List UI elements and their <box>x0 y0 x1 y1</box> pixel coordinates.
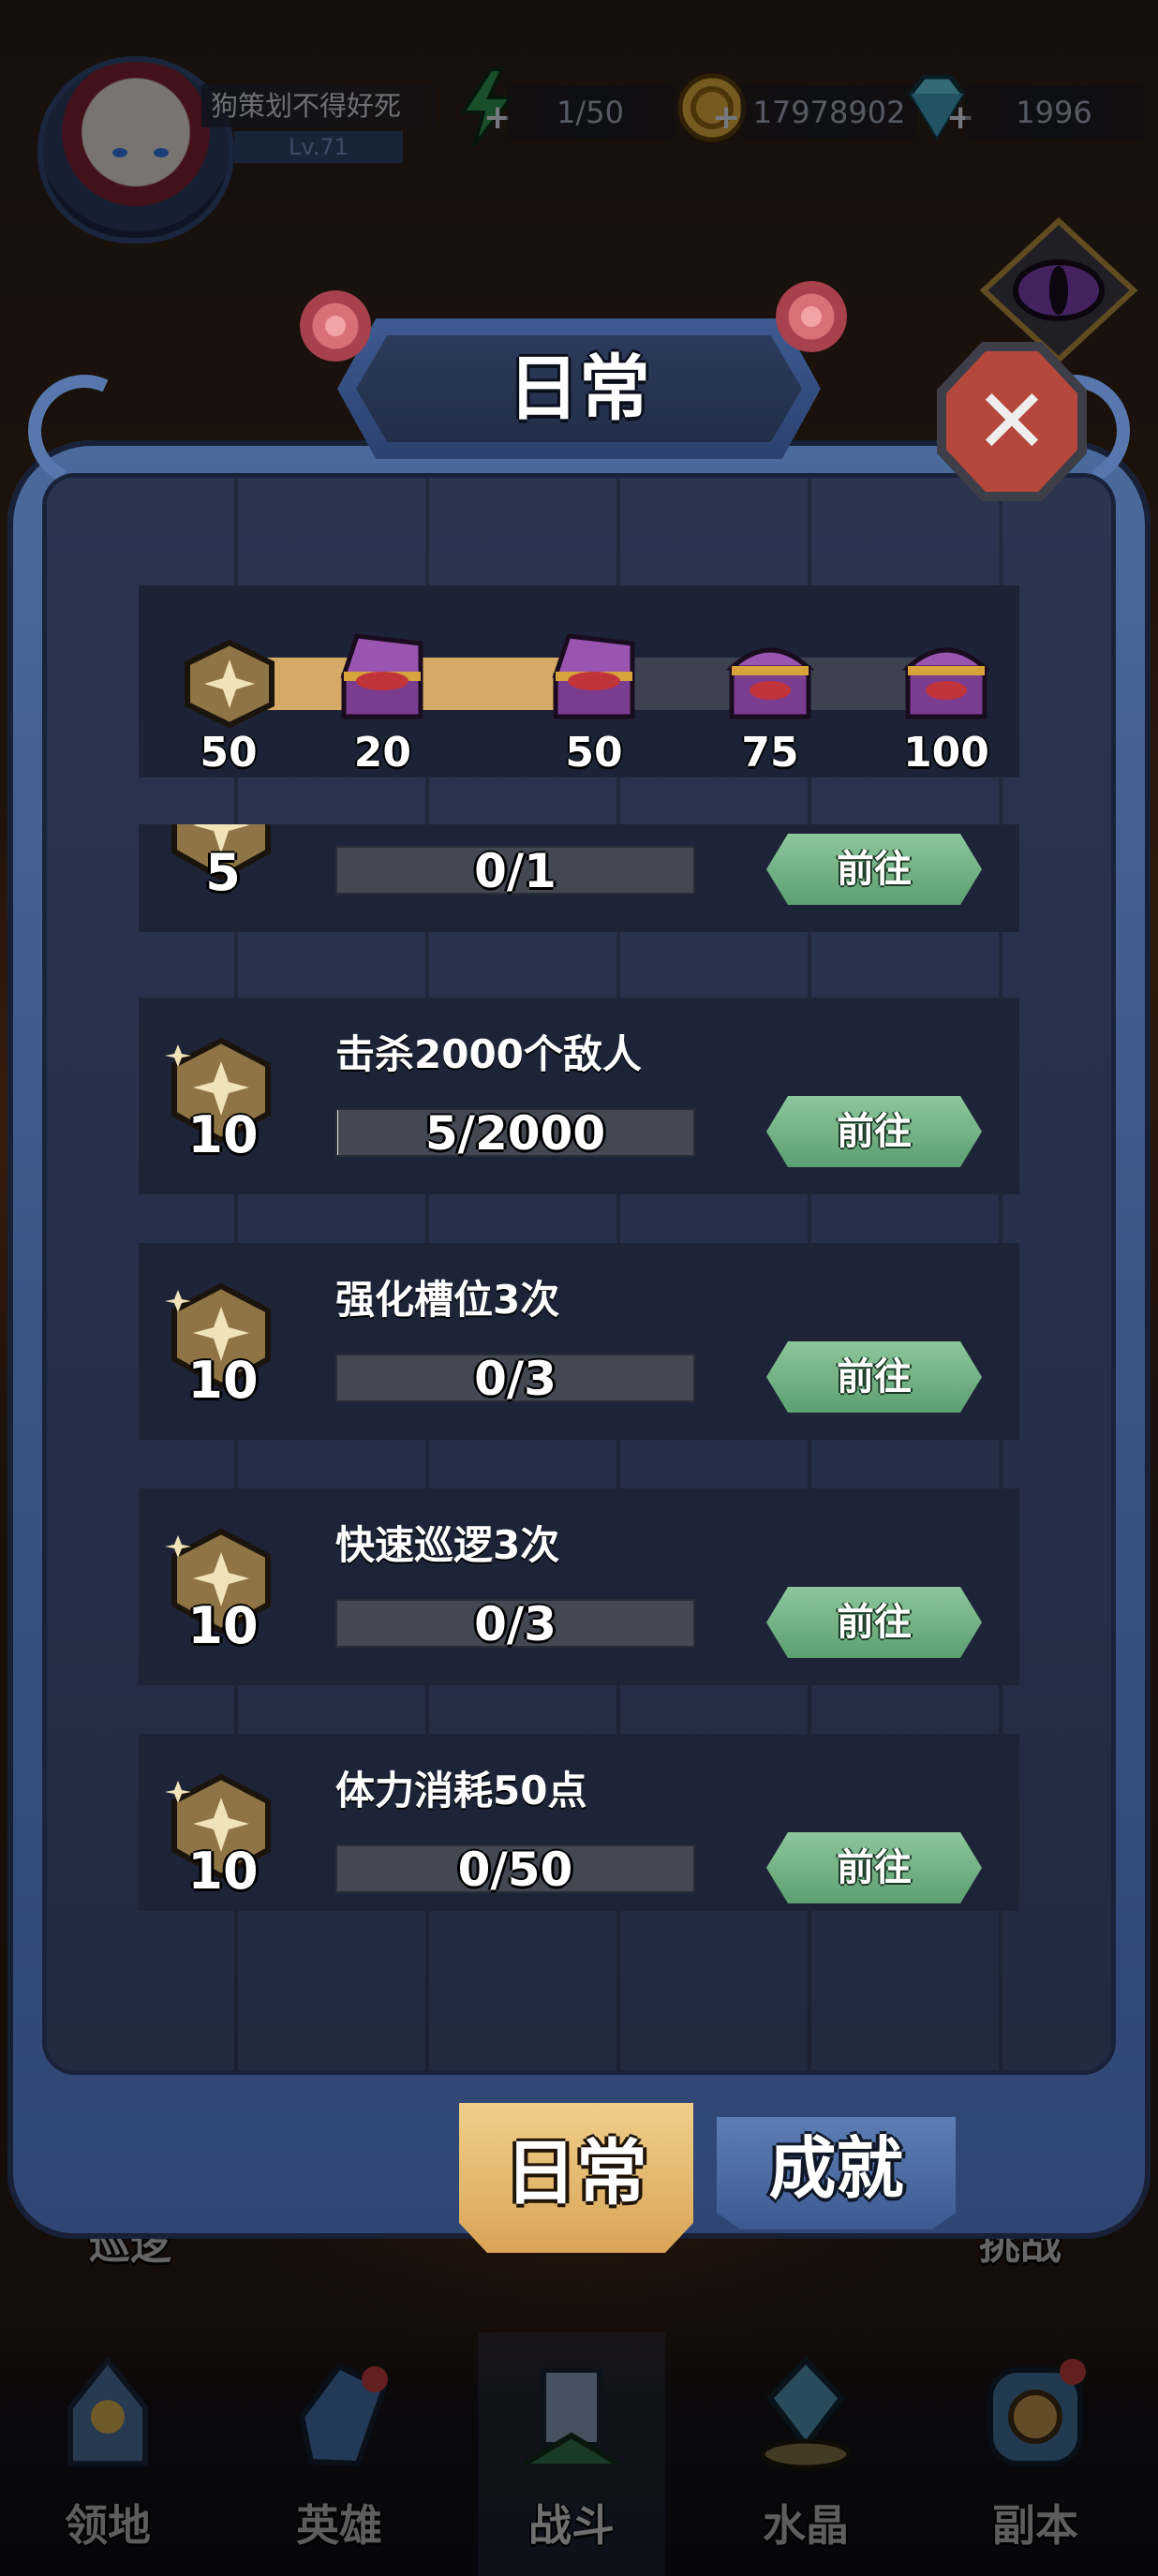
task-row: 10 体力消耗50点 0/50 前往 <box>139 1734 1019 1911</box>
task-progress-bar: 5/2000 <box>335 1108 695 1157</box>
task-title: 快速巡逻3次 <box>335 1522 560 1568</box>
milestone-label: 50 <box>565 729 623 777</box>
task-progress-bar: 0/50 <box>335 1844 695 1893</box>
task-row: 10 强化槽位3次 0/3 前往 <box>139 1243 1019 1440</box>
rose-decoration <box>776 281 847 352</box>
task-progress-bar: 0/1 <box>335 846 695 895</box>
rose-decoration <box>300 290 371 362</box>
task-row: 10 击杀2000个敌人 5/2000 前往 <box>139 998 1019 1194</box>
open-chest-icon[interactable] <box>542 623 646 726</box>
task-title: 强化槽位3次 <box>335 1277 560 1323</box>
closed-chest-icon[interactable] <box>895 623 998 726</box>
task-reward: 10 <box>187 1105 259 1164</box>
go-button[interactable]: 前往 <box>766 834 982 905</box>
task-title: 击杀2000个敌人 <box>335 1031 642 1077</box>
task-row: 5 0/1 前往 <box>139 824 1019 932</box>
task-reward: 10 <box>187 1842 259 1901</box>
close-icon[interactable]: ✕ <box>946 351 1077 492</box>
activity-points-label: 50 <box>200 729 258 777</box>
go-button[interactable]: 前往 <box>766 1096 982 1167</box>
activity-star-badge-icon <box>185 639 275 729</box>
milestone-label: 75 <box>741 729 799 777</box>
task-reward: 10 <box>187 1596 259 1655</box>
task-progress-text: 0/3 <box>474 1597 557 1651</box>
task-row: 10 快速巡逻3次 0/3 前往 <box>139 1488 1019 1685</box>
go-button[interactable]: 前往 <box>766 1341 982 1413</box>
task-reward: 10 <box>187 1351 259 1410</box>
daily-task-list[interactable]: 5 0/1 前往 10 击杀2000个敌人 5/2000 前往 10 强化槽位3次 0/3 前往 10… <box>139 824 1019 1911</box>
milestone-label: 100 <box>903 729 989 777</box>
task-progress-text: 0/50 <box>457 1843 573 1897</box>
closed-chest-icon[interactable] <box>719 623 822 726</box>
task-progress-text: 0/3 <box>474 1352 557 1406</box>
task-progress-bar: 0/3 <box>335 1354 695 1402</box>
tab-daily[interactable]: 日常 <box>459 2103 693 2253</box>
task-progress-bar: 0/3 <box>335 1599 695 1648</box>
task-reward: 5 <box>205 843 241 902</box>
tab-achievement[interactable]: 成就 <box>717 2117 956 2229</box>
go-button[interactable]: 前往 <box>766 1587 982 1658</box>
task-progress-text: 5/2000 <box>424 1106 606 1161</box>
task-progress-text: 0/1 <box>474 844 557 898</box>
task-title: 体力消耗50点 <box>335 1768 587 1814</box>
modal-title: 日常 <box>508 347 650 430</box>
open-chest-icon[interactable] <box>331 623 434 726</box>
milestone-label: 20 <box>353 729 411 777</box>
go-button[interactable]: 前往 <box>766 1832 982 1903</box>
